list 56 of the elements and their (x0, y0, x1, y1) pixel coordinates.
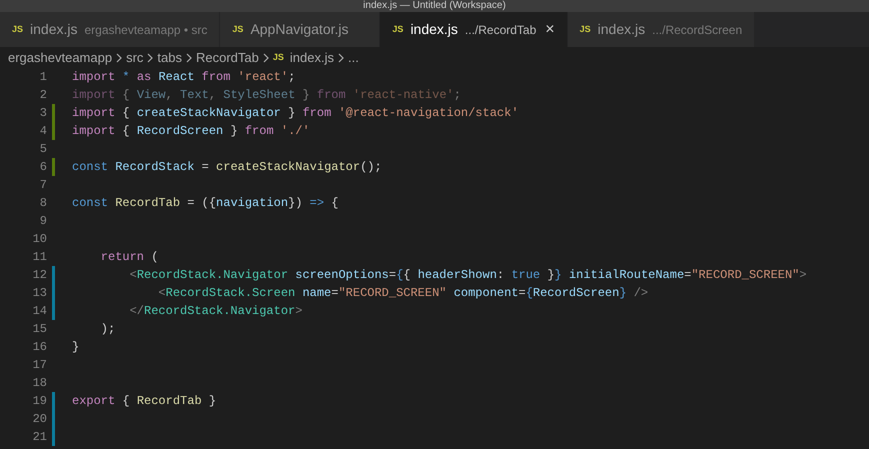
code-line: const RecordStack = createStackNavigator(); (72, 159, 382, 176)
chevron-right-icon (116, 52, 122, 62)
editor-tab[interactable]: JS index.js .../RecordTab × (380, 12, 568, 47)
line-number: 2 (38, 87, 47, 104)
line-number: 6 (38, 159, 47, 176)
line-number: 17 (32, 357, 47, 374)
line-number: 18 (32, 375, 47, 392)
line-number: 3 (38, 105, 47, 122)
line-number: 20 (32, 411, 47, 428)
js-file-icon: JS (232, 25, 244, 34)
line-number: 8 (38, 195, 47, 212)
close-icon[interactable]: × (545, 18, 555, 42)
code-line: <RecordStack.Screen name="RECORD_SCREEN" component={RecordScreen} /> (157, 285, 648, 302)
editor-tab[interactable]: JS index.js .../RecordScreen (568, 12, 756, 47)
line-number: 16 (32, 339, 47, 356)
code-line: const RecordTab = ({navigation}) => { (72, 195, 338, 212)
code-line: export { RecordTab } (72, 393, 216, 410)
line-number: 5 (38, 141, 47, 158)
code-line: import { View, Text, StyleSheet } from 'react-native'; (72, 87, 461, 104)
editor-tab[interactable]: JS index.js ergashevteamapp • src (0, 12, 220, 47)
line-number: 19 (32, 393, 47, 410)
line-number: 15 (32, 321, 47, 338)
code-line: import { createStackNavigator } from '@react-navigation/stack' (72, 105, 519, 122)
chevron-right-icon (338, 52, 344, 62)
line-number: 4 (38, 123, 47, 140)
line-number: 1 (38, 69, 47, 86)
line-number: 12 (32, 267, 47, 284)
breadcrumb-item[interactable]: RecordTab (196, 48, 259, 68)
line-number: 7 (38, 177, 47, 194)
breadcrumb-item[interactable]: src (126, 48, 144, 68)
chevron-right-icon (147, 52, 154, 62)
code-line: </RecordStack.Navigator> (128, 303, 302, 320)
breadcrumb-item[interactable]: ... (348, 48, 359, 68)
line-number: 21 (32, 429, 47, 446)
code-line: } (72, 339, 80, 356)
line-number: 13 (32, 285, 47, 302)
js-file-icon: JS (12, 25, 24, 34)
code-line: import { RecordScreen } from './' (72, 123, 310, 140)
js-file-icon: JS (580, 25, 591, 34)
code-line: return ( (100, 249, 158, 266)
chevron-right-icon (262, 52, 269, 62)
window-title: index.js — Untitled (Workspace) (363, 0, 506, 12)
chevron-right-icon (186, 52, 192, 62)
line-number: 9 (38, 213, 47, 230)
js-file-icon: JS (272, 53, 284, 62)
line-number: 11 (32, 249, 47, 266)
breadcrumb-item[interactable]: tabs (157, 48, 182, 68)
code-line: ); (100, 321, 116, 338)
line-number: 14 (32, 303, 47, 320)
code-line: <RecordStack.Navigator screenOptions={{ headerShown: true }} initialRouteName="RECORD_SCREEN"> (128, 267, 807, 284)
code-line: import * as React from 'react'; (72, 69, 296, 86)
breadcrumb-item[interactable]: index.js (290, 48, 334, 68)
breadcrumb-item[interactable]: ergashevteamapp (8, 48, 112, 68)
js-file-icon: JS (392, 25, 404, 34)
editor-tab[interactable]: JS AppNavigator.js (220, 12, 380, 47)
line-number: 10 (32, 231, 47, 248)
